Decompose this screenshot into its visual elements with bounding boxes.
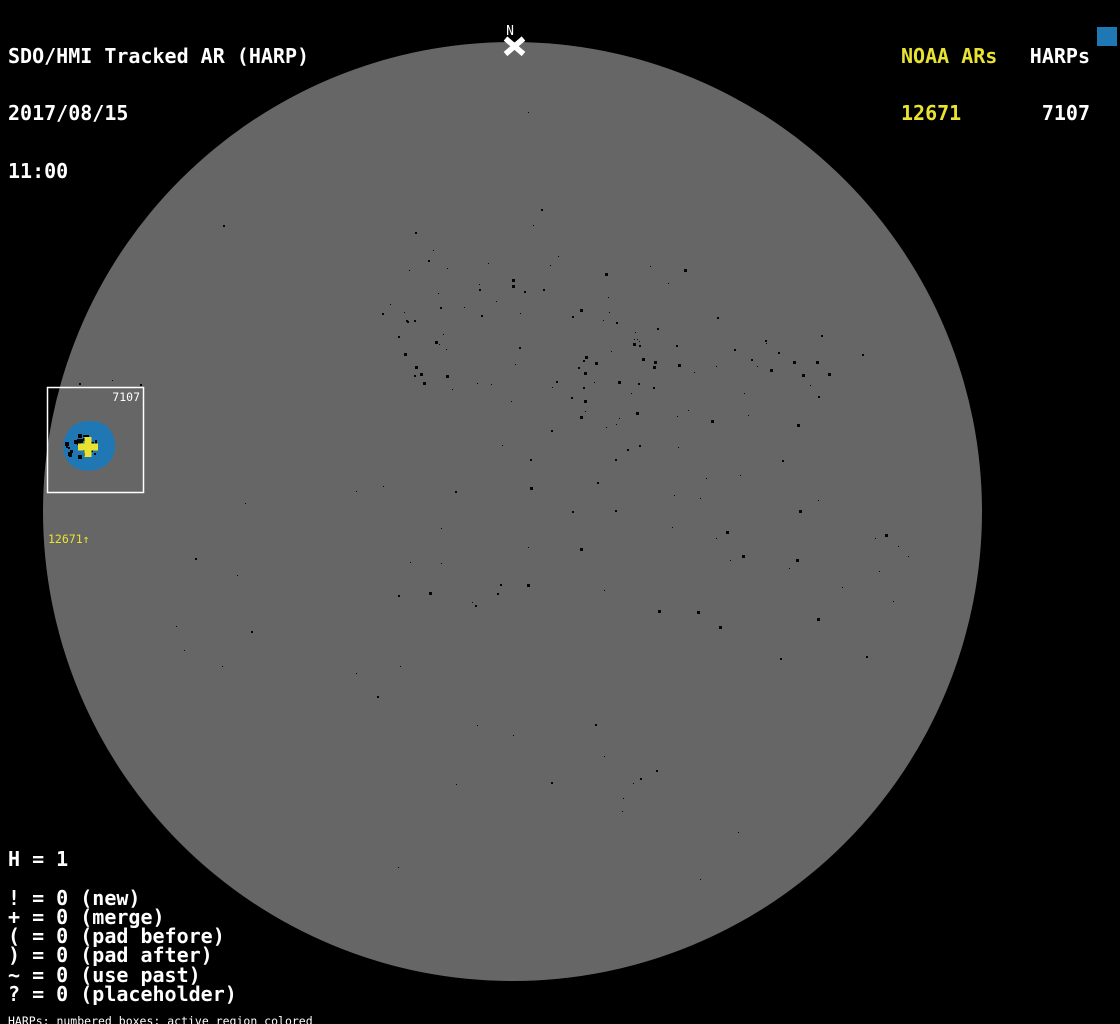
- figure-title: SDO/HMI Tracked AR (HARP): [8, 43, 310, 68]
- figure-date: 2017/08/15: [8, 101, 129, 126]
- harp-color-swatch: [1097, 27, 1117, 46]
- harp-number: 7107: [1041, 101, 1090, 126]
- harps-heading: HARPs: [1029, 43, 1090, 68]
- title-block: SDO/HMI Tracked AR (HARP) 2017/08/15 11:…: [8, 8, 309, 220]
- noaa-equator-label: 12671↑: [48, 532, 90, 546]
- harps-legend: HARPs 7107: [1020, 8, 1090, 162]
- noaa-legend: NOAA ARs 12671: [901, 8, 997, 162]
- noaa-ar-number: 12671: [901, 101, 962, 126]
- solar-harp-figure: 7107 12671↑ N SDO/HMI Tracked AR (HARP) …: [0, 0, 1120, 1024]
- harp-box-label: 7107: [112, 390, 140, 404]
- noaa-ars-heading: NOAA ARs: [901, 43, 998, 68]
- caption-harps: HARPs: numbered boxes; active region col…: [8, 1014, 313, 1024]
- figure-time: 11:00: [8, 159, 69, 184]
- footer-captions: HARPs: numbered boxes; active region col…: [8, 991, 410, 1024]
- counters-legend: H = 1 ! = 0 (new) + = 0 (merge) ( = 0 (p…: [8, 847, 237, 1007]
